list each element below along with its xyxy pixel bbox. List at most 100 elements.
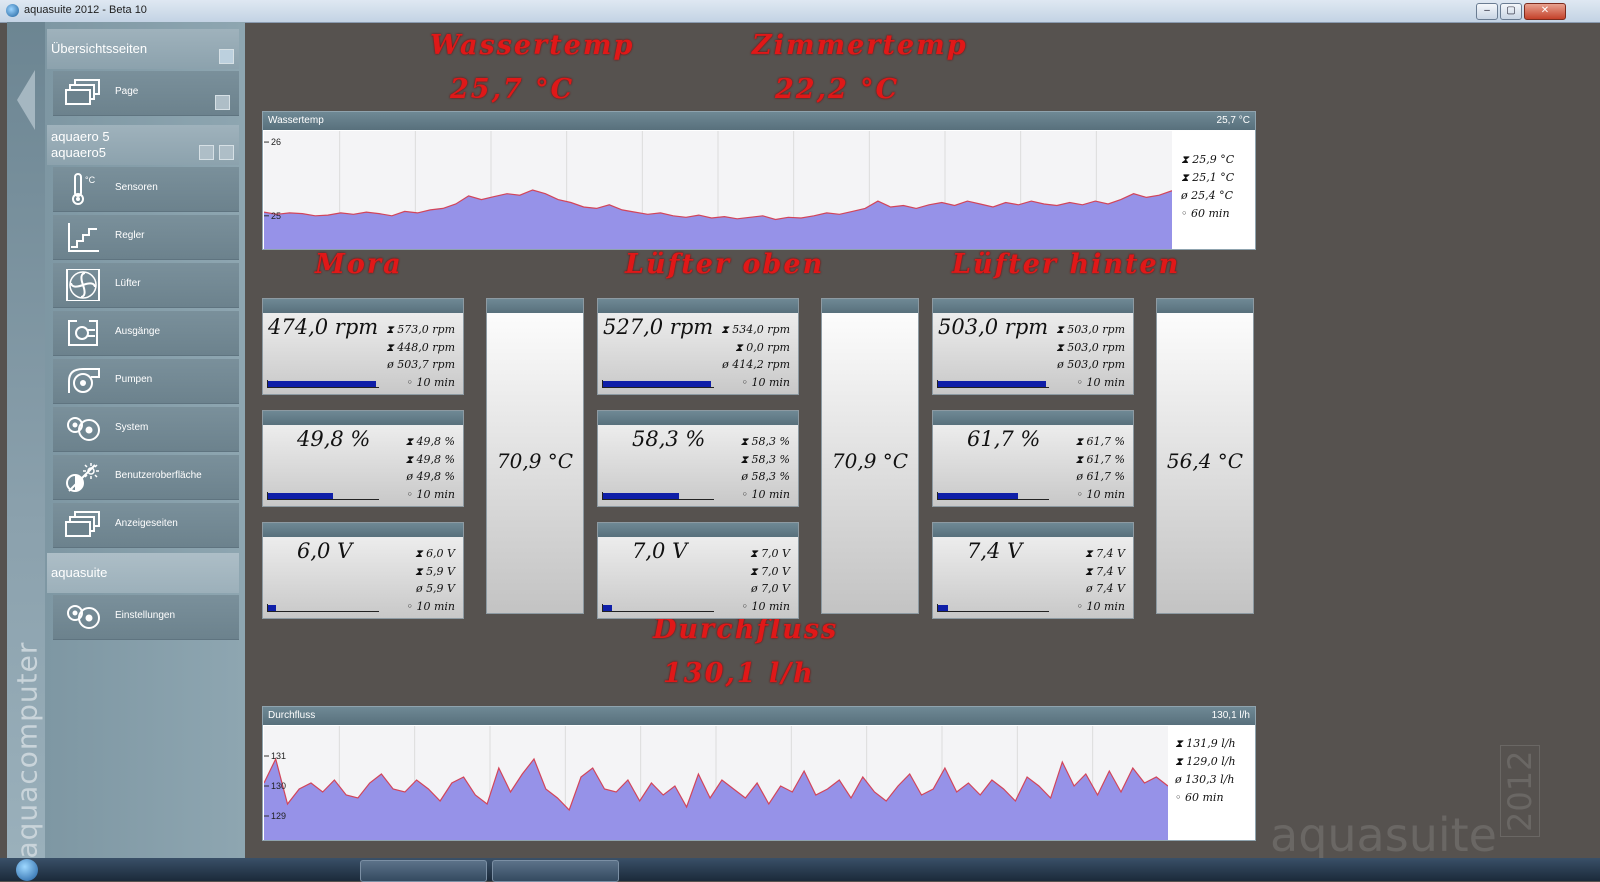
gauge-stat-value: 58,3 % — [751, 435, 790, 448]
start-button[interactable] — [16, 859, 38, 881]
stat-avg-value: 130,3 l/h — [1185, 773, 1235, 786]
grid-view-icon[interactable] — [219, 49, 234, 64]
hinten-pct-gauge[interactable]: 61,7 % ⧗ 61,7 % ⧗ 61,7 % ø 61,7 % ◦ 10 min — [932, 410, 1134, 507]
sidebar-item-label: Lüfter — [115, 278, 141, 289]
gauge-stat-value: 10 min — [416, 375, 455, 389]
gauge-stat-value: 10 min — [1086, 599, 1125, 613]
mora-temperature-panel[interactable]: 70,9 °C — [486, 298, 584, 614]
gauge-stat-value: 7,0 V — [761, 547, 790, 560]
stat-symbol-icon: ⧗ — [749, 547, 758, 560]
gauge-stat-value: 58,3 % — [751, 452, 790, 466]
taskbar-button[interactable] — [492, 860, 619, 882]
close-button[interactable]: ✕ — [1524, 3, 1566, 20]
chart-current-value: 25,7 °C — [1216, 115, 1250, 126]
thermometer-icon: °C — [72, 173, 96, 205]
gauge-stat-value: 5,9 V — [426, 582, 455, 595]
oben-volt-gauge[interactable]: 7,0 V ⧗ 7,0 V ⧗ 7,0 Vø 7,0 V ◦ 10 min — [597, 522, 799, 619]
gauge-stat-value: 5,9 V — [426, 564, 455, 578]
stat-symbol-icon: ⧗ — [405, 435, 414, 448]
oben-temperature-panel[interactable]: 70,9 °C — [821, 298, 919, 614]
window-title-bar: aquasuite 2012 - Beta 10 – ▢ ✕ — [0, 0, 1600, 23]
gauge-level-bar — [267, 604, 379, 612]
sidebar-item-pumpen[interactable]: Pumpen — [53, 359, 239, 404]
clock-icon: ◦ — [1175, 791, 1182, 804]
chart-header: Durchfluss 130,1 l/h — [263, 707, 1255, 725]
section-title: Übersichtsseiten — [51, 41, 148, 56]
max-icon: ⧗ — [1175, 737, 1183, 750]
durchfluss-chart: 131 130 129 — [264, 726, 1168, 840]
oben-rpm-gauge[interactable]: 527,0 rpm ⧗ 534,0 rpm ⧗ 0,0 rpm ø 414,2 rpm… — [597, 298, 799, 395]
device-name: aquaero 5 — [51, 129, 110, 144]
sidebar-item-ausgaenge[interactable]: Ausgänge — [53, 311, 239, 356]
gauge-header — [933, 523, 1133, 537]
stat-symbol-icon: ◦ — [1076, 599, 1083, 613]
minimize-button[interactable]: – — [1476, 3, 1498, 20]
sidebar-item-anzeigeseiten[interactable]: Anzeigeseiten — [53, 503, 239, 548]
sidebar-section-device[interactable]: aquaero 5 aquaero5 — [47, 125, 239, 165]
wassertemp-chart: 26 25 — [264, 131, 1172, 249]
hinten-volt-gauge[interactable]: 7,4 V ⧗ 7,4 V ⧗ 7,4 Vø 7,4 V ◦ 10 min — [932, 522, 1134, 619]
sidebar-item-benutzeroberflaeche[interactable]: Benutzeroberfläche — [53, 455, 239, 500]
stat-symbol-icon: ⧗ — [740, 435, 749, 448]
stat-symbol-icon: ⧗ — [749, 564, 758, 578]
taskbar — [0, 858, 1600, 882]
durchfluss-chart-panel[interactable]: Durchfluss 130,1 l/h 131 130 129 ⧗ 131,9 l… — [262, 706, 1256, 841]
gauge-stat-value: 61,7 % — [1086, 452, 1125, 466]
stat-symbol-icon: ⧗ — [740, 452, 749, 466]
sidebar-item-system[interactable]: System — [53, 407, 239, 452]
wassertemp-chart-panel[interactable]: Wassertemp 25,7 °C 26 25 ⧗ 25,9 °C ⧗ 25,1… — [262, 111, 1256, 250]
chart-view-icon[interactable] — [215, 95, 230, 110]
sidebar-item-label: Einstellungen — [115, 610, 176, 621]
gauge-stat-line: ⧗ 7,0 V — [741, 565, 790, 583]
oben-pct-gauge[interactable]: 58,3 % ⧗ 58,3 % ⧗ 58,3 % ø 58,3 % ◦ 10 min — [597, 410, 799, 507]
gauge-stat-value: 61,7 % — [1086, 470, 1125, 483]
gauge-stat-value: 10 min — [416, 599, 455, 613]
gauge-stat-line: ⧗ 61,7 % — [1075, 453, 1125, 471]
stat-avg-value: 25,4 °C — [1191, 189, 1234, 202]
stat-min-value: 25,1 °C — [1192, 171, 1235, 184]
avg-icon: ø — [1175, 773, 1182, 786]
mora-pct-gauge[interactable]: 49,8 % ⧗ 49,8 % ⧗ 49,8 % ø 49,8 % ◦ 10 min — [262, 410, 464, 507]
mora-rpm-gauge[interactable]: 474,0 rpm ⧗ 573,0 rpm ⧗ 448,0 rpm ø 503,7 r… — [262, 298, 464, 395]
window-icon[interactable] — [199, 145, 214, 160]
stat-symbol-icon: ø — [387, 358, 394, 371]
gauge-stat-line: ø 5,9 V — [406, 582, 455, 600]
sidebar-item-page[interactable]: Page — [53, 71, 239, 116]
stat-max: ⧗ 131,9 l/h — [1175, 737, 1236, 755]
sidebar-item-label: Anzeigeseiten — [115, 518, 178, 529]
gauge-stat-line: ◦ 10 min — [386, 376, 455, 394]
maximize-button[interactable]: ▢ — [1500, 3, 1522, 20]
chart-current-value: 130,1 l/h — [1211, 710, 1250, 721]
collapse-arrow-icon[interactable] — [17, 70, 35, 130]
sidebar-item-regler[interactable]: Regler — [53, 215, 239, 260]
hinten-rpm-gauge[interactable]: 503,0 rpm ⧗ 503,0 rpm ⧗ 503,0 rpm ø 503,0 r… — [932, 298, 1134, 395]
gauge-value: 474,0 rpm — [268, 315, 379, 339]
gauge-stats: ⧗ 49,8 % ⧗ 49,8 % ø 49,8 % ◦ 10 min — [405, 435, 455, 505]
durchfluss-value: 130,1 l/h — [663, 658, 815, 689]
sidebar-item-label: Sensoren — [115, 182, 158, 193]
gauge-stat-value: 573,0 rpm — [397, 323, 455, 336]
sidebar-section-aquasuite[interactable]: aquasuite — [47, 553, 239, 593]
gauge-stat-value: 49,8 % — [416, 470, 455, 483]
gauge-stat-value: 10 min — [416, 487, 455, 501]
gauge-value: 527,0 rpm — [603, 315, 714, 339]
hinten-temperature-panel[interactable]: 56,4 °C — [1156, 298, 1254, 614]
gauge-level-fill — [603, 605, 612, 611]
gauge-level-bar — [267, 380, 379, 388]
taskbar-button[interactable] — [360, 860, 487, 882]
gauge-stat-value: 7,4 V — [1096, 564, 1125, 578]
sidebar-item-einstellungen[interactable]: Einstellungen — [53, 595, 239, 640]
stat-symbol-icon: ⧗ — [1084, 564, 1093, 578]
gauge-level-fill — [938, 493, 1018, 499]
sidebar-item-luefter[interactable]: Lüfter — [53, 263, 239, 308]
gauge-stats: ⧗ 534,0 rpm ⧗ 0,0 rpm ø 414,2 rpm ◦ 10 min — [721, 323, 790, 393]
chart-view-icon[interactable] — [219, 145, 234, 160]
gauge-value: 7,0 V — [632, 539, 688, 563]
sidebar-item-sensoren[interactable]: °C Sensoren — [53, 167, 239, 212]
gauge-header — [598, 523, 798, 537]
gauge-header — [263, 523, 463, 537]
mora-volt-gauge[interactable]: 6,0 V ⧗ 6,0 V ⧗ 5,9 Vø 5,9 V ◦ 10 min — [262, 522, 464, 619]
chart-title: Wassertemp — [268, 115, 324, 126]
gauge-stat-line: ⧗ 7,4 V — [1076, 547, 1125, 565]
sidebar-section-overview[interactable]: Übersichtsseiten — [47, 29, 239, 69]
